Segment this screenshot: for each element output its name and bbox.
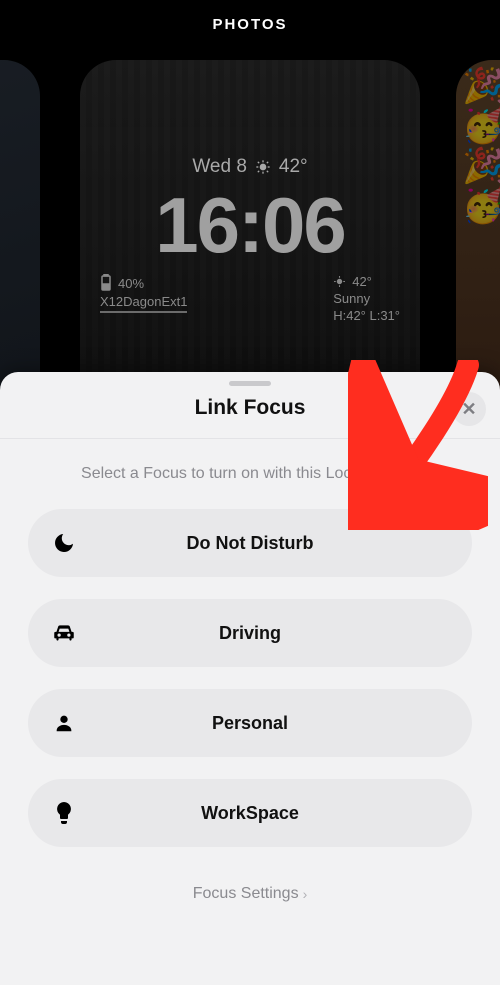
- focus-item-label: WorkSpace: [28, 803, 472, 824]
- focus-item-do-not-disturb[interactable]: Do Not Disturb: [28, 509, 472, 577]
- sun-icon: [255, 159, 271, 175]
- link-focus-sheet: Link Focus ✕ Select a Focus to turn on w…: [0, 372, 500, 985]
- focus-item-personal[interactable]: Personal: [28, 689, 472, 757]
- weather-condition: Sunny: [333, 291, 370, 306]
- focus-settings-link[interactable]: Focus Settings ›: [0, 867, 500, 903]
- top-bar-title: PHOTOS: [212, 16, 287, 33]
- close-button[interactable]: ✕: [452, 392, 486, 426]
- weather-range: H:42° L:31°: [333, 308, 400, 323]
- sun-icon: [333, 275, 346, 288]
- focus-item-driving[interactable]: Driving: [28, 599, 472, 667]
- network-name: X12DagonExt1: [100, 294, 187, 313]
- weather-widget: 42° Sunny H:42° L:31°: [333, 274, 400, 323]
- focus-list: Do Not Disturb Driving Personal: [0, 509, 500, 867]
- lockscreen-date-temp: 42°: [279, 156, 308, 178]
- battery-icon: [100, 274, 112, 292]
- lockscreen-date: Wed 8: [192, 156, 247, 178]
- lockscreen-top: Wed 8 42° 16:06: [80, 156, 420, 271]
- weather-temp: 42°: [352, 274, 372, 289]
- focus-item-workspace[interactable]: WorkSpace: [28, 779, 472, 847]
- sheet-subtitle: Select a Focus to turn on with this Lock…: [0, 438, 500, 509]
- sheet-header: Link Focus ✕: [0, 386, 500, 438]
- focus-item-label: Driving: [28, 623, 472, 644]
- battery-percent: 40%: [118, 276, 144, 291]
- wallpaper-preview-next[interactable]: 🎉😂🍕🍔🎈💖✨🥳🍟🎂😜🤣🙌💛🎉😂🍕🍔🎈💖✨🥳🍟🎂😜🤣🙌💛: [456, 60, 500, 420]
- focus-item-label: Do Not Disturb: [28, 533, 472, 554]
- emoji-wallpaper: 🎉😂🍕🍔🎈💖✨🥳🍟🎂😜🤣🙌💛🎉😂🍕🍔🎈💖✨🥳🍟🎂😜🤣🙌💛: [456, 60, 500, 420]
- battery-widget: 40% X12DagonExt1: [100, 274, 187, 323]
- sheet-title: Link Focus: [16, 396, 484, 420]
- lockscreen-widgets: 40% X12DagonExt1 42° Sunny H:42°: [100, 274, 400, 323]
- lockscreen-date-row: Wed 8 42°: [192, 156, 307, 178]
- chevron-right-icon: ›: [303, 886, 308, 902]
- lockscreen-time: 16:06: [80, 180, 420, 271]
- top-bar: PHOTOS: [0, 0, 500, 48]
- focus-settings-label: Focus Settings: [193, 885, 299, 903]
- focus-item-label: Personal: [28, 713, 472, 734]
- close-icon: ✕: [461, 399, 476, 420]
